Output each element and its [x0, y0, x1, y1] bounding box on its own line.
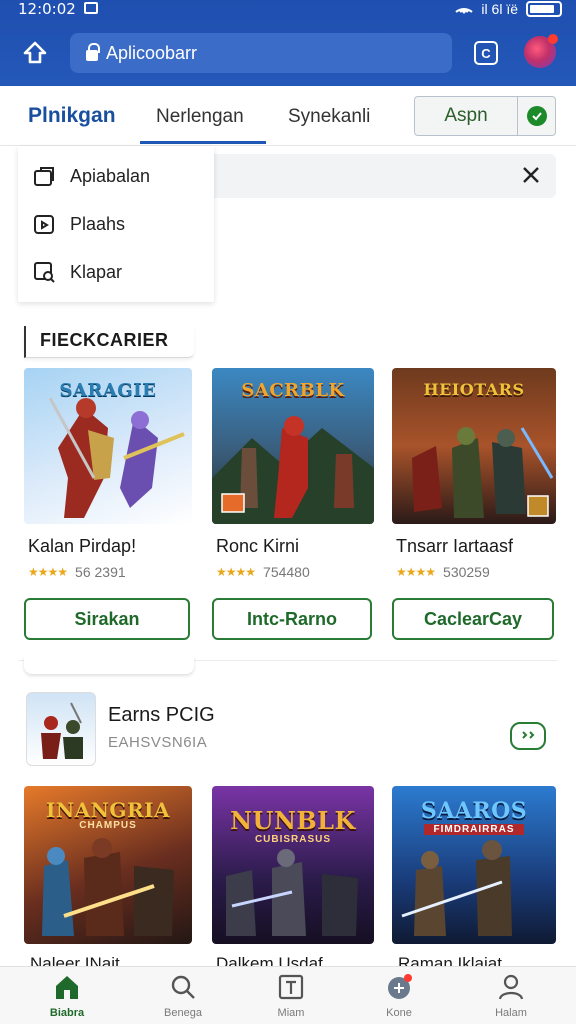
- hero-art: [226, 849, 358, 936]
- install-button[interactable]: Sirakan: [24, 598, 190, 640]
- check-badge: [517, 97, 555, 135]
- app-page: 12:0:02 il 6l ïë Aplicoobarr C Plnikgan …: [0, 0, 576, 1024]
- app-icon[interactable]: [26, 692, 96, 766]
- screenshot-indicator-icon: [84, 2, 98, 14]
- rating-count: 530259: [443, 564, 490, 580]
- nav-item-home[interactable]: Biabra: [22, 973, 112, 1019]
- menu-item-apiabalan[interactable]: Apiabalan: [18, 154, 214, 198]
- check-icon: [526, 106, 547, 126]
- status-text: il 6l ïë: [481, 0, 518, 17]
- nav-label: Benega: [164, 1007, 202, 1019]
- menu-item-plaahs[interactable]: Plaahs: [18, 202, 214, 246]
- sign-in-button[interactable]: Aspn: [414, 96, 556, 136]
- dropdown-menu: Apiabalan Plaahs Klapar: [18, 146, 214, 302]
- profile-avatar[interactable]: [524, 34, 558, 68]
- play-square-icon: [32, 212, 56, 236]
- tab-synekanli[interactable]: Synekanli: [288, 106, 370, 128]
- menu-item-label: Apiabalan: [70, 165, 151, 186]
- game-art: SARAGIE: [24, 368, 192, 524]
- sign-in-label: Aspn: [444, 105, 488, 126]
- hero-art: [48, 397, 185, 518]
- status-bar: 12:0:02 il 6l ïë: [0, 0, 576, 22]
- game-art[interactable]: INANGRIA CHAMPUS: [24, 786, 192, 944]
- hero-art: [412, 427, 554, 518]
- rating-stars-icon: ★★★★: [216, 565, 256, 579]
- game-art[interactable]: SAAROS FIMDRAIRRAS: [392, 786, 556, 944]
- close-icon[interactable]: [520, 164, 542, 186]
- active-tab-indicator: [140, 141, 266, 144]
- install-button[interactable]: CaclearCay: [392, 598, 554, 640]
- home-icon: [53, 973, 81, 1001]
- game-rating: ★★★★ 530259: [396, 564, 490, 580]
- game-rating: ★★★★ 754480: [216, 564, 310, 580]
- games-icon: [385, 973, 413, 1001]
- game-title: Ronc Kirni: [216, 536, 300, 556]
- image-search-icon: [32, 260, 56, 284]
- app-title: Earns PCIG: [108, 704, 215, 726]
- app-subtitle: EAHSVSN6IA: [108, 734, 208, 751]
- search-icon: [169, 973, 197, 1001]
- bottom-nav: Biabra Benega Miam Kone Halam: [0, 966, 576, 1024]
- nav-label: Kone: [386, 1007, 412, 1019]
- menu-item-klapar[interactable]: Klapar: [18, 250, 214, 294]
- home-button[interactable]: [18, 36, 52, 70]
- game-art: SACRBLK: [212, 368, 374, 524]
- url-bar[interactable]: Aplicoobarr: [70, 33, 452, 73]
- url-text: Aplicoobarr: [106, 42, 198, 63]
- nav-item-search[interactable]: Benega: [138, 973, 228, 1019]
- chevron-right-icon: [520, 728, 536, 744]
- game-art[interactable]: NUNBLK CUBISRASUS: [212, 786, 374, 944]
- nav-label: Biabra: [49, 1007, 85, 1019]
- rating-stars-icon: ★★★★: [28, 565, 68, 579]
- nav-item-library[interactable]: Miam: [246, 973, 336, 1019]
- game-rating: ★★★★ 56 2391: [28, 564, 126, 580]
- rating-stars-icon: ★★★★: [396, 565, 436, 579]
- home-arrow-icon: [23, 41, 47, 64]
- tab-switcher-button[interactable]: C: [474, 41, 498, 65]
- hero-art: [212, 416, 374, 524]
- rating-count: 754480: [263, 564, 310, 580]
- battery-icon: [526, 0, 562, 17]
- hero-art: [401, 840, 512, 936]
- section-divider: [24, 656, 194, 674]
- nav-item-games[interactable]: Kone: [354, 973, 444, 1019]
- status-right: il 6l ïë: [455, 0, 562, 17]
- tab-nerlengan[interactable]: Nerlengan: [156, 106, 244, 128]
- browser-top-bar: 12:0:02 il 6l ïë Aplicoobarr C: [0, 0, 576, 86]
- more-button[interactable]: [510, 722, 546, 750]
- nav-item-profile[interactable]: Halam: [466, 973, 556, 1019]
- lock-icon: [86, 42, 100, 61]
- app-icon-art: [41, 702, 83, 759]
- section-label: FIECKCARIER: [24, 326, 194, 358]
- brand-title[interactable]: Plnikgan: [28, 104, 116, 128]
- game-art: HEIOTARS: [392, 368, 556, 524]
- nav-label: Miam: [277, 1007, 305, 1019]
- rating-count: 56 2391: [75, 564, 126, 580]
- tab-add-icon: [32, 164, 56, 188]
- hero-art: [42, 838, 174, 936]
- nav-label: Halam: [495, 1007, 527, 1019]
- menu-item-label: Plaahs: [70, 213, 126, 234]
- profile-icon: [497, 973, 525, 1001]
- game-title: Kalan Pirdap!: [28, 536, 137, 556]
- game-title: Tnsarr Iartaasf: [396, 536, 514, 556]
- library-icon: [277, 973, 305, 1001]
- menu-item-label: Klapar: [70, 261, 123, 282]
- nav-tabs: Plnikgan Nerlengan Synekanli Aspn: [0, 86, 576, 146]
- install-button[interactable]: Intc-Rarno: [212, 598, 372, 640]
- signal-icon: [455, 0, 474, 17]
- status-time: 12:0:02: [18, 0, 76, 18]
